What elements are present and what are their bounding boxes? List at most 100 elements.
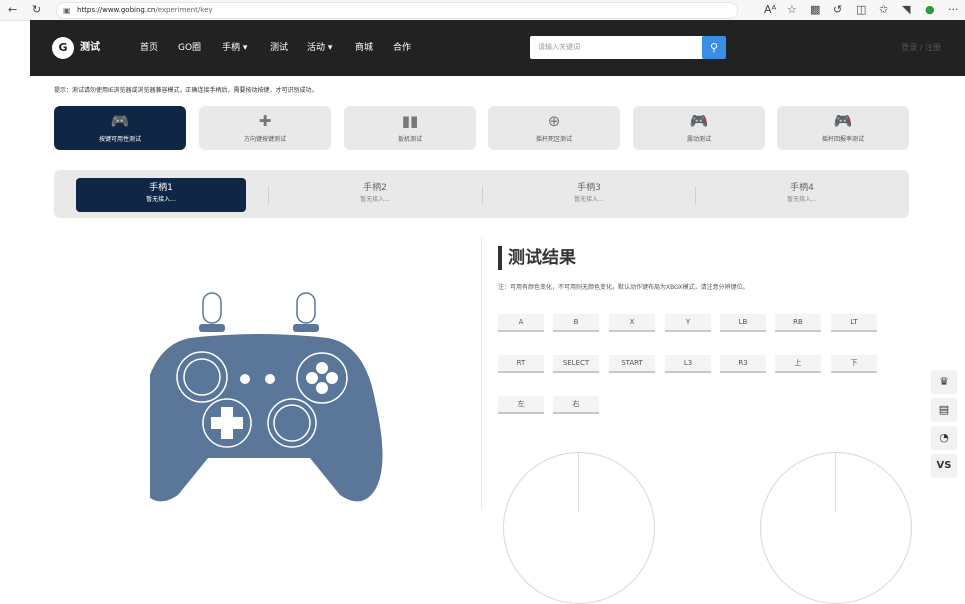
right-trigger [296, 292, 316, 324]
nav-item-gamepad[interactable]: 手柄 ▾ [222, 40, 247, 56]
nav-item-events[interactable]: 活动 ▾ [307, 40, 332, 56]
left-stick-plot [503, 452, 655, 604]
gamepad-status: 暂无接入... [146, 196, 176, 203]
controller-illustration [150, 292, 383, 502]
face-button-x [306, 372, 318, 384]
nav-item-test[interactable]: 测试 [270, 40, 288, 56]
site-header: G 测试 首页 GO圈 手柄 ▾ 测试 活动 ▾ 商城 合作 请输入关键词 ⚲ … [30, 20, 965, 76]
gamepad-status: 暂无接入... [787, 196, 817, 203]
login-link[interactable]: 登录 / 注册 [901, 42, 941, 54]
face-button-a [316, 382, 328, 394]
test-card-deadzone[interactable]: ⊕ 摇杆死区测试 [488, 106, 620, 150]
test-card-polling-rate[interactable]: 🎮 摇杆回报率测试 [777, 106, 909, 150]
refresh-icon[interactable]: ↻ [32, 2, 41, 18]
sync-icon[interactable]: ↺ [833, 2, 842, 18]
key-indicator-down: 下 [831, 355, 877, 373]
crosshair-icon: ⊕ [547, 112, 561, 130]
key-indicator-lt: LT [831, 314, 877, 332]
gamepad-tab-2[interactable]: 手柄2 暂无接入... [290, 178, 460, 212]
test-card-button-availability[interactable]: 🎮 按键可用性测试 [54, 106, 186, 150]
key-indicator-right: 右 [553, 396, 599, 414]
start-button [265, 374, 275, 384]
test-card-dpad[interactable]: ✚ 方向键按键测试 [199, 106, 331, 150]
nav-item-go-circle[interactable]: GO圈 [178, 40, 201, 56]
gamepad-name: 手柄1 [149, 183, 173, 193]
gamepad-name: 手柄3 [577, 183, 601, 193]
address-bar[interactable]: ▣ https://www.gobing.cn/experiment/key [56, 2, 738, 19]
divider [268, 186, 269, 204]
gamepad-name: 手柄4 [790, 183, 814, 193]
key-indicator-rt: RT [498, 355, 544, 373]
search-button[interactable]: ⚲ [702, 36, 726, 59]
divider [482, 186, 483, 204]
left-trigger [202, 292, 222, 324]
hat-icon[interactable]: ♛ [931, 370, 957, 394]
more-icon[interactable]: ··· [948, 2, 959, 18]
key-indicator-up: 上 [775, 355, 821, 373]
clipboard-icon[interactable]: ▤ [931, 398, 957, 422]
gamepad-status: 暂无接入... [574, 196, 604, 203]
gamepad-name: 手柄2 [363, 183, 387, 193]
key-indicator-y: Y [665, 314, 711, 332]
profile-icon[interactable]: ● [925, 2, 935, 18]
collections-icon[interactable]: ◥ [902, 2, 910, 18]
key-indicator-l3: L3 [665, 355, 711, 373]
left-stick-axis [578, 452, 579, 512]
right-bumper [293, 324, 319, 332]
left-bumper [199, 324, 225, 332]
browser-toolbar: ← ↻ ▣ https://www.gobing.cn/experiment/k… [0, 0, 965, 21]
key-indicator-rb: RB [775, 314, 821, 332]
gamepad-icon: 🎮 [110, 112, 130, 130]
key-indicator-a: A [498, 314, 544, 332]
face-button-b [326, 372, 338, 384]
favorites-icon[interactable]: ✩ [879, 2, 888, 18]
test-card-label: 方向键按键测试 [243, 136, 286, 143]
search-placeholder: 请输入关键词 [538, 43, 580, 51]
star-icon[interactable]: ☆ [787, 2, 797, 18]
reader-icon[interactable]: Aᴬ [764, 2, 776, 18]
key-indicator-r3: R3 [720, 355, 766, 373]
url-text: https://www.gobing.cn/experiment/key [77, 6, 213, 14]
gamepad-tab-3[interactable]: 手柄3 暂无接入... [504, 178, 674, 212]
test-card-label: 摇杆回报率测试 [821, 136, 864, 143]
gamepad-selector: 手柄1 暂无接入... 手柄2 暂无接入... 手柄3 暂无接入... 手柄4 … [54, 170, 909, 218]
key-indicator-lb: LB [720, 314, 766, 332]
nav-item-store[interactable]: 商城 [355, 40, 373, 56]
test-card-trigger[interactable]: ▮▮ 扳机测试 [344, 106, 476, 150]
vibrating-gamepad-icon: 🎮 [689, 112, 709, 130]
right-stick-axis [835, 452, 836, 512]
test-card-label: 按键可用性测试 [98, 136, 141, 143]
key-indicator-start: START [609, 355, 655, 373]
test-card-label: 震动测试 [686, 136, 711, 143]
test-card-label: 摇杆死区测试 [535, 136, 572, 143]
search-icon: ⚲ [709, 41, 719, 54]
test-card-label: 扳机测试 [397, 136, 422, 143]
chat-icon[interactable]: ◔ [931, 426, 957, 450]
vs-icon[interactable]: VS [931, 454, 957, 478]
arrow-left-icon[interactable]: ← [8, 2, 17, 18]
result-title: 测试结果 [498, 246, 576, 270]
test-card-vibration[interactable]: 🎮 震动测试 [633, 106, 765, 150]
extension-icon[interactable]: ▩ [810, 2, 820, 18]
key-indicator-select: SELECT [553, 355, 599, 373]
gamepad-outline-icon: 🎮 [833, 112, 853, 130]
divider [695, 186, 696, 204]
nav-item-home[interactable]: 首页 [140, 40, 158, 56]
key-indicator-left: 左 [498, 396, 544, 414]
result-note: 注：可用有颜色变化，不可用则无颜色变化。默认动作键布局为XBOX模式，请注意分辨… [498, 284, 749, 291]
gamepad-status: 暂无接入... [360, 196, 390, 203]
select-button [240, 374, 250, 384]
split-screen-icon[interactable]: ◫ [856, 2, 866, 18]
dpad-icon: ✚ [258, 112, 272, 130]
logo-icon[interactable]: G [52, 37, 74, 59]
nav-item-cooperation[interactable]: 合作 [393, 40, 411, 56]
key-indicator-x: X [609, 314, 655, 332]
logo-text[interactable]: 测试 [80, 39, 100, 57]
content-divider [481, 238, 482, 510]
gamepad-tab-4[interactable]: 手柄4 暂无接入... [717, 178, 887, 212]
face-button-y [316, 362, 328, 374]
search-input[interactable]: 请输入关键词 [530, 36, 725, 59]
gamepad-tab-1[interactable]: 手柄1 暂无接入... [76, 178, 246, 212]
lock-icon: ▣ [63, 6, 71, 15]
right-stick-plot [760, 452, 912, 604]
